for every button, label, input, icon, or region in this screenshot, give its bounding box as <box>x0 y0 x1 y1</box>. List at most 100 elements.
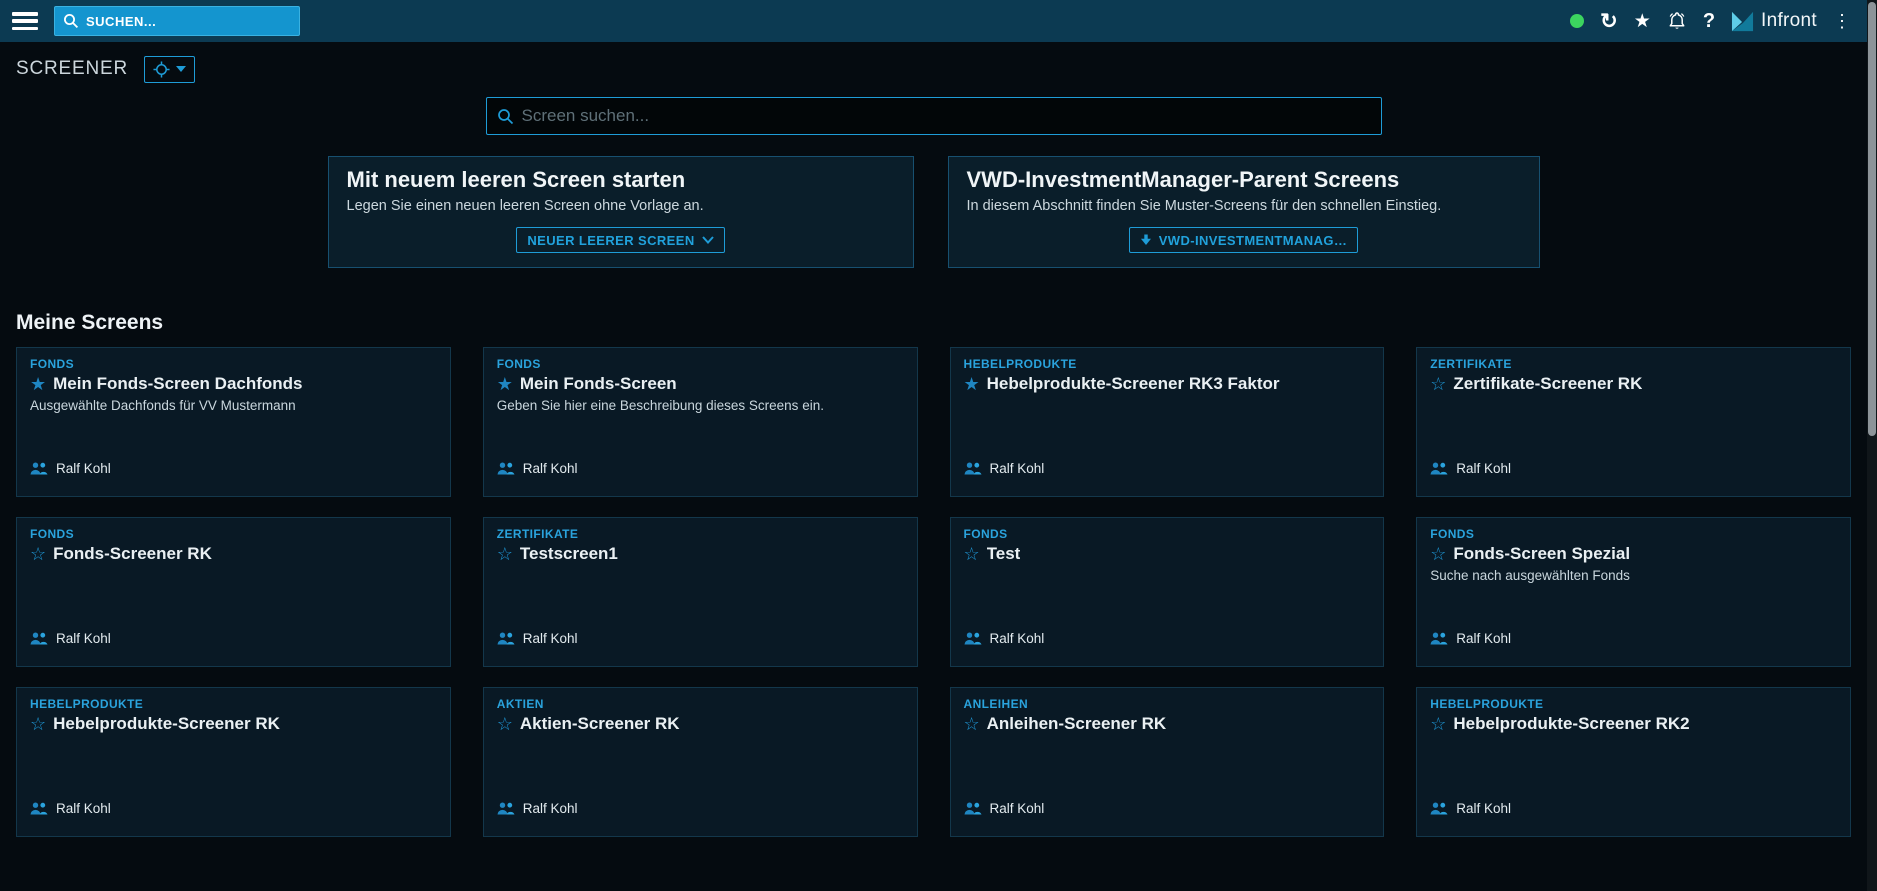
help-icon[interactable]: ? <box>1703 11 1715 31</box>
screen-title: Testscreen1 <box>520 544 618 564</box>
screen-owner: Ralf Kohl <box>990 461 1045 476</box>
screen-description <box>964 398 1371 414</box>
new-screen-description: Legen Sie einen neuen leeren Screen ohne… <box>347 198 895 214</box>
scrollbar-thumb[interactable] <box>1868 2 1876 436</box>
screen-category: ZERTIFIKATE <box>1430 357 1837 371</box>
link-target-button[interactable] <box>144 56 195 83</box>
my-screens-grid: FONDS ★ Mein Fonds-Screen Dachfonds Ausg… <box>16 347 1851 837</box>
screen-card[interactable]: FONDS ★ Mein Fonds-Screen Geben Sie hier… <box>483 347 918 497</box>
screen-description <box>1430 738 1837 754</box>
screen-title: Aktien-Screener RK <box>520 714 680 734</box>
screen-owner: Ralf Kohl <box>1456 631 1511 646</box>
favorite-star-icon[interactable]: ☆ <box>964 715 980 733</box>
screen-category: ANLEIHEN <box>964 697 1371 711</box>
screen-card[interactable]: AKTIEN ☆ Aktien-Screener RK Ralf Kohl <box>483 687 918 837</box>
screen-title: Hebelprodukte-Screener RK <box>53 714 280 734</box>
screen-category: AKTIEN <box>497 697 904 711</box>
screen-card[interactable]: FONDS ☆ Fonds-Screener RK Ralf Kohl <box>16 517 451 667</box>
search-icon <box>63 13 79 29</box>
shared-users-icon <box>30 802 48 815</box>
screen-owner: Ralf Kohl <box>523 801 578 816</box>
chevron-down-icon <box>702 236 714 244</box>
screen-owner: Ralf Kohl <box>990 631 1045 646</box>
screen-card[interactable]: HEBELPRODUKTE ★ Hebelprodukte-Screener R… <box>950 347 1385 497</box>
screen-description <box>964 738 1371 754</box>
shared-users-icon <box>964 632 982 645</box>
screen-category: FONDS <box>964 527 1371 541</box>
infront-brand: Infront <box>1731 10 1817 33</box>
new-screen-card: Mit neuem leeren Screen starten Legen Si… <box>328 156 914 268</box>
overflow-menu-icon[interactable]: ⋮ <box>1833 12 1851 30</box>
screen-search-input[interactable] <box>522 106 1371 126</box>
favorite-star-icon[interactable]: ☆ <box>1430 375 1446 393</box>
menu-icon[interactable] <box>12 12 38 30</box>
screen-card[interactable]: ZERTIFIKATE ☆ Testscreen1 Ralf Kohl <box>483 517 918 667</box>
screen-owner: Ralf Kohl <box>990 801 1045 816</box>
screen-owner: Ralf Kohl <box>56 631 111 646</box>
favorites-star-icon[interactable]: ★ <box>1634 12 1651 31</box>
shared-users-icon <box>497 462 515 475</box>
screen-card[interactable]: ANLEIHEN ☆ Anleihen-Screener RK Ralf Koh… <box>950 687 1385 837</box>
sync-icon[interactable]: ↻ <box>1600 11 1618 32</box>
favorite-star-icon[interactable]: ☆ <box>964 545 980 563</box>
screen-title: Anleihen-Screener RK <box>987 714 1167 734</box>
new-empty-screen-button[interactable]: NEUER LEERER SCREEN <box>516 227 724 253</box>
screen-category: HEBELPRODUKTE <box>30 697 437 711</box>
screen-category: HEBELPRODUKTE <box>1430 697 1837 711</box>
screen-description <box>1430 398 1837 414</box>
screen-search[interactable] <box>486 97 1382 135</box>
screen-title: Fonds-Screen Spezial <box>1453 544 1630 564</box>
parent-screens-title: VWD-InvestmentManager-Parent Screens <box>967 167 1521 193</box>
main-content: SCREENER Mit neuem leeren Screen starten… <box>0 54 1877 837</box>
screen-description <box>30 738 437 754</box>
screen-category: HEBELPRODUKTE <box>964 357 1371 371</box>
screen-card[interactable]: ZERTIFIKATE ☆ Zertifikate-Screener RK Ra… <box>1416 347 1851 497</box>
screen-card[interactable]: HEBELPRODUKTE ☆ Hebelprodukte-Screener R… <box>1416 687 1851 837</box>
screen-title: Mein Fonds-Screen Dachfonds <box>53 374 302 394</box>
favorite-star-icon[interactable]: ★ <box>497 375 513 393</box>
screen-owner: Ralf Kohl <box>56 801 111 816</box>
global-search[interactable] <box>54 6 300 36</box>
vwd-investmentmanager-button[interactable]: VWD-INVESTMENTMANAG… <box>1129 227 1359 253</box>
screen-title: Fonds-Screener RK <box>53 544 212 564</box>
shared-users-icon <box>1430 462 1448 475</box>
favorite-star-icon[interactable]: ★ <box>30 375 46 393</box>
connection-status-icon <box>1570 14 1584 28</box>
shared-users-icon <box>1430 632 1448 645</box>
notifications-bell-icon[interactable] <box>1667 11 1687 32</box>
screen-card[interactable]: HEBELPRODUKTE ☆ Hebelprodukte-Screener R… <box>16 687 451 837</box>
shared-users-icon <box>497 802 515 815</box>
favorite-star-icon[interactable]: ★ <box>964 375 980 393</box>
screen-description <box>497 568 904 584</box>
page-title: SCREENER <box>16 58 128 80</box>
screen-category: FONDS <box>30 527 437 541</box>
screen-category: ZERTIFIKATE <box>497 527 904 541</box>
favorite-star-icon[interactable]: ☆ <box>497 545 513 563</box>
screen-owner: Ralf Kohl <box>523 631 578 646</box>
screen-description: Geben Sie hier eine Beschreibung dieses … <box>497 398 904 414</box>
screen-title: Mein Fonds-Screen <box>520 374 677 394</box>
favorite-star-icon[interactable]: ☆ <box>30 545 46 563</box>
shared-users-icon <box>964 802 982 815</box>
vwd-investmentmanager-button-label: VWD-INVESTMENTMANAG… <box>1159 233 1348 248</box>
crosshair-target-icon <box>153 61 170 78</box>
screen-description <box>964 568 1371 584</box>
parent-screens-description: In diesem Abschnitt finden Sie Muster-Sc… <box>967 198 1521 214</box>
chevron-down-icon <box>176 66 186 72</box>
favorite-star-icon[interactable]: ☆ <box>497 715 513 733</box>
shared-users-icon <box>497 632 515 645</box>
favorite-star-icon[interactable]: ☆ <box>1430 545 1446 563</box>
screen-card[interactable]: FONDS ☆ Test Ralf Kohl <box>950 517 1385 667</box>
vertical-scrollbar[interactable] <box>1867 0 1877 891</box>
screen-card[interactable]: FONDS ☆ Fonds-Screen Spezial Suche nach … <box>1416 517 1851 667</box>
global-search-input[interactable] <box>86 14 291 29</box>
screen-title: Zertifikate-Screener RK <box>1453 374 1642 394</box>
new-empty-screen-button-label: NEUER LEERER SCREEN <box>527 233 694 248</box>
screen-category: FONDS <box>30 357 437 371</box>
favorite-star-icon[interactable]: ☆ <box>1430 715 1446 733</box>
infront-logo-icon <box>1731 10 1754 33</box>
favorite-star-icon[interactable]: ☆ <box>30 715 46 733</box>
screen-description: Suche nach ausgewählten Fonds <box>1430 568 1837 584</box>
screen-card[interactable]: FONDS ★ Mein Fonds-Screen Dachfonds Ausg… <box>16 347 451 497</box>
screen-title: Hebelprodukte-Screener RK3 Faktor <box>987 374 1280 394</box>
